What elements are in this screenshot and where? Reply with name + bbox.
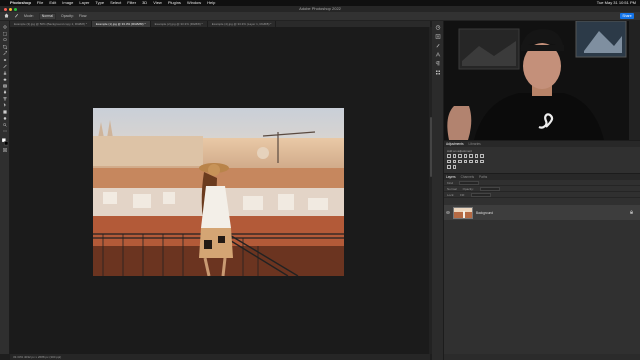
layers-panel: Layers Channels Paths Kind Normal Opacit…	[444, 173, 640, 360]
mode-dropdown[interactable]: Normal	[38, 12, 57, 20]
path-selection-icon[interactable]	[2, 103, 8, 107]
swatches-icon[interactable]	[435, 70, 441, 75]
gradient-tool-icon[interactable]	[2, 84, 8, 88]
layers-footer	[444, 354, 640, 360]
webcam-overlay	[444, 21, 640, 140]
opacity-label: Opacity:	[61, 14, 74, 18]
stamp-tool-icon[interactable]	[2, 70, 8, 75]
opacity-field[interactable]	[479, 186, 500, 191]
posterize-icon[interactable]	[474, 159, 478, 163]
exposure-icon[interactable]	[463, 154, 467, 158]
adjustment-buttons	[444, 154, 484, 169]
canvas-image[interactable]	[93, 108, 344, 276]
close-window-button[interactable]	[4, 7, 7, 11]
window-title: Adobe Photoshop 2022	[299, 6, 341, 11]
photo-filter-icon[interactable]	[452, 159, 456, 163]
hue-saturation-icon[interactable]	[474, 154, 478, 158]
eraser-tool-icon[interactable]	[2, 77, 8, 81]
filter-icons[interactable]	[459, 180, 480, 185]
panel-icon-strip	[432, 21, 444, 360]
healing-brush-icon[interactable]	[2, 58, 8, 62]
lock-label: Lock:	[447, 192, 455, 197]
blend-mode-dropdown[interactable]: Normal	[447, 187, 457, 191]
more-tools-icon[interactable]	[2, 129, 8, 133]
channel-mixer-icon[interactable]	[458, 159, 462, 163]
color-lookup-icon[interactable]	[463, 159, 467, 163]
pen-tool-icon[interactable]	[2, 90, 8, 94]
threshold-icon[interactable]	[480, 159, 484, 163]
layer-row-background[interactable]: Background	[444, 205, 640, 220]
lock-row: Lock: Fill:	[444, 192, 640, 198]
status-bar: 33.33% 4032 px x 2688 px (300 ppi)	[10, 354, 430, 360]
brush-tool-icon[interactable]	[2, 64, 8, 68]
properties-icon[interactable]	[435, 34, 441, 39]
vibrance-icon[interactable]	[469, 154, 473, 158]
add-adjustment-label: Add an adjustment	[447, 149, 473, 153]
shape-tool-icon[interactable]	[2, 109, 8, 114]
window-controls	[4, 7, 17, 11]
paragraph-icon[interactable]	[435, 61, 441, 66]
zoom-tool-icon[interactable]	[2, 122, 8, 127]
mode-label: Mode:	[24, 14, 34, 18]
minimize-window-button[interactable]	[9, 7, 12, 11]
tools-panel	[0, 21, 10, 354]
lock-icon[interactable]	[630, 210, 633, 214]
move-tool-icon[interactable]	[2, 25, 8, 29]
brush-icon[interactable]	[14, 13, 19, 19]
eye-icon[interactable]	[446, 211, 450, 214]
layer-thumbnail[interactable]	[453, 206, 473, 219]
options-bar: Mode: Normal Opacity: Flow:	[0, 12, 640, 21]
tab-libraries[interactable]: Libraries	[469, 142, 481, 146]
history-icon[interactable]	[435, 25, 441, 30]
share-button[interactable]: Share	[620, 13, 634, 19]
curves-icon[interactable]	[458, 154, 462, 158]
black-white-icon[interactable]	[447, 159, 451, 163]
color-balance-icon[interactable]	[480, 154, 484, 158]
type-tool-icon[interactable]	[2, 96, 8, 101]
brush-settings-icon[interactable]	[435, 43, 441, 48]
brightness-icon[interactable]	[447, 154, 451, 158]
marquee-tool-icon[interactable]	[2, 31, 8, 36]
fill-field[interactable]	[470, 192, 491, 197]
fill-label: Fill:	[460, 192, 465, 197]
flow-label: Flow:	[78, 14, 88, 18]
layer-name[interactable]: Background	[476, 211, 493, 215]
character-icon[interactable]	[435, 52, 441, 57]
levels-icon[interactable]	[452, 154, 456, 158]
home-icon[interactable]	[4, 13, 9, 19]
kind-filter[interactable]: Kind	[447, 181, 453, 185]
eyedropper-icon[interactable]	[2, 51, 8, 55]
lasso-tool-icon[interactable]	[2, 38, 8, 42]
opacity-label: Opacity:	[462, 186, 474, 191]
gradient-map-icon[interactable]	[447, 165, 451, 169]
tab-adjustments[interactable]: Adjustments	[446, 142, 464, 146]
zoom-window-button[interactable]	[14, 7, 17, 11]
invert-icon[interactable]	[469, 159, 473, 163]
tab-channels[interactable]: Channels	[461, 175, 474, 179]
adjustments-panel: Adjustments Libraries Add an adjustment	[444, 140, 640, 173]
document-info[interactable]: 33.33% 4032 px x 2688 px (300 ppi)	[13, 355, 61, 359]
tab-paths[interactable]: Paths	[479, 175, 487, 179]
hand-tool-icon[interactable]	[2, 116, 8, 120]
tab-layers[interactable]: Layers	[446, 175, 456, 179]
color-swatches[interactable]	[1, 137, 8, 146]
quick-mask-icon[interactable]	[2, 148, 8, 152]
selective-color-icon[interactable]	[452, 165, 456, 169]
crop-tool-icon[interactable]	[2, 44, 8, 49]
